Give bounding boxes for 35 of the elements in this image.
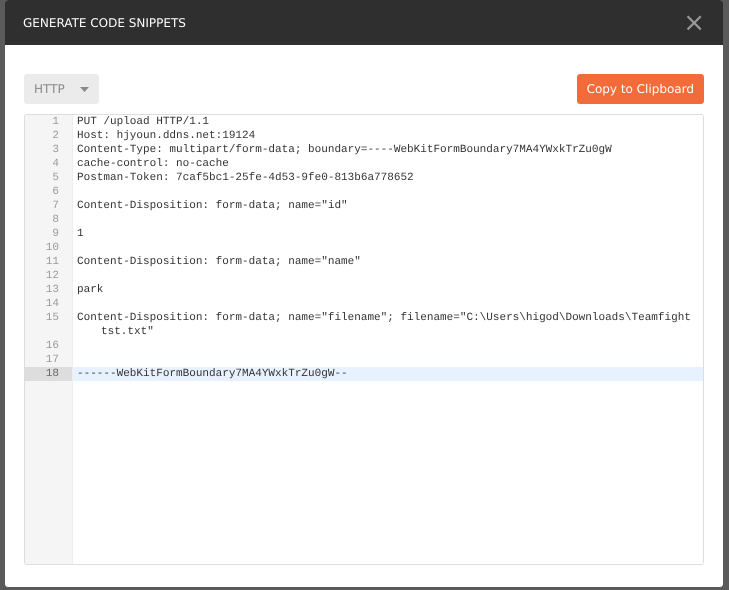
code-editor[interactable] <box>24 114 704 565</box>
caret-icon <box>80 86 89 92</box>
code-line: Content-Disposition: form-data; name="filename"; filename="C:\Users\higod\Downloads\Teamfight tst.txt" <box>77 311 692 339</box>
line-number: 8 <box>52 214 59 226</box>
close-button[interactable]: × <box>683 10 705 36</box>
line-number: 15 <box>46 312 59 324</box>
line-number: 10 <box>46 242 59 254</box>
code-line: Content-Disposition: form-data; name="id" <box>77 199 348 213</box>
code-line: Content-Type: multipart/form-data; boundary=----WebKitFormBoundary7MA4YWxkTrZu0gW <box>77 143 612 157</box>
line-number: 14 <box>46 298 59 310</box>
line-number: 16 <box>46 340 59 352</box>
code-line: Postman-Token: 7caf5bc1-25fe-4d53-9fe0-813b6a778652 <box>77 171 414 185</box>
dialog-title: GENERATE CODE SNIPPETS <box>23 14 186 32</box>
code-line: cache-control: no-cache <box>77 157 229 171</box>
line-number: 1 <box>52 116 59 128</box>
language-dropdown[interactable]: HTTP <box>24 74 99 104</box>
line-number: 11 <box>46 256 59 268</box>
code-line: ------WebKitFormBoundary7MA4YWxkTrZu0gW-- <box>77 367 348 381</box>
line-number: 17 <box>46 354 59 366</box>
code-line: Host: hjyoun.ddns.net:19124 <box>77 129 256 143</box>
copy-to-clipboard-button[interactable]: Copy to Clipboard <box>576 74 704 104</box>
line-number: 4 <box>52 158 59 170</box>
line-number: 12 <box>46 270 59 282</box>
line-number: 6 <box>52 186 59 198</box>
line-number: 3 <box>52 144 59 156</box>
line-number: 7 <box>52 200 59 212</box>
code-line: 1 <box>77 227 85 241</box>
code-line: PUT /upload HTTP/1.1 <box>77 115 210 129</box>
line-number: 18 <box>46 368 59 380</box>
line-number: 5 <box>52 172 59 184</box>
line-number: 9 <box>52 228 59 240</box>
code-line: Content-Disposition: form-data; name="name" <box>77 255 361 269</box>
line-number: 2 <box>52 130 59 142</box>
line-number: 13 <box>46 284 59 296</box>
code-line: park <box>77 283 104 297</box>
